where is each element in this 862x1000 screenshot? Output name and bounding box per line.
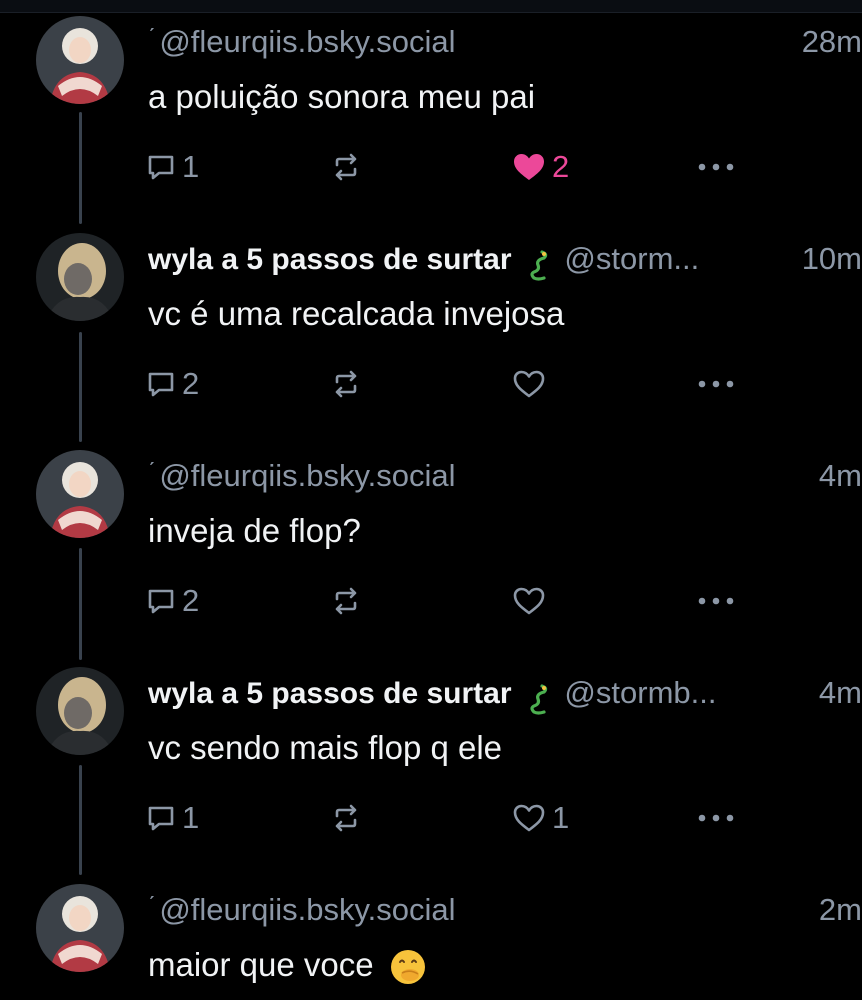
post-text: a poluição sonora meu pai — [148, 78, 536, 115]
post-handle[interactable]: @stormb... — [564, 675, 716, 710]
avatar[interactable] — [36, 233, 124, 321]
speech-bubble-icon — [148, 155, 174, 180]
heart-icon — [514, 154, 544, 180]
post-header: ˊ @fleurqiis.bsky.social 28m — [148, 24, 862, 64]
thread-line — [79, 548, 82, 660]
reply-button[interactable]: 1 — [146, 144, 199, 190]
post-header: wyla a 5 passos de surtar @stormb... 4m — [148, 675, 862, 715]
post-display-name[interactable]: wyla a 5 passos de surtar — [148, 677, 512, 710]
ellipsis-icon — [698, 163, 734, 171]
post-display-name[interactable]: wyla a 5 passos de surtar — [148, 243, 512, 276]
face-with-hand-over-mouth-emoji — [390, 950, 425, 985]
repost-arrows-icon — [335, 804, 357, 832]
dragon-emoji — [530, 684, 548, 715]
like-button[interactable] — [512, 578, 552, 624]
thread-line — [79, 765, 82, 875]
reply-button[interactable]: 1 — [146, 795, 199, 841]
reply-count: 2 — [182, 583, 200, 618]
avatar[interactable] — [36, 450, 124, 538]
repost-arrows-icon — [335, 153, 357, 181]
more-options-button[interactable] — [696, 144, 736, 190]
ellipsis-icon — [698, 380, 734, 388]
post-handle[interactable]: @storm... — [564, 241, 699, 276]
post-actions: 2 — [146, 361, 746, 407]
ellipsis-icon — [698, 814, 734, 822]
post-handle[interactable]: @fleurqiis.bsky.social — [159, 24, 455, 59]
heart-icon — [513, 587, 545, 615]
handle-prefix-mark: ˊ — [148, 458, 156, 483]
reply-button[interactable]: 2 — [146, 361, 199, 407]
reply-button[interactable]: 2 — [146, 578, 199, 624]
handle-prefix-mark: ˊ — [148, 892, 156, 917]
ellipsis-icon — [698, 597, 734, 605]
post-actions: 2 — [146, 578, 746, 624]
heart-icon — [513, 804, 545, 832]
thread-line — [79, 332, 82, 442]
more-options-button[interactable] — [696, 578, 736, 624]
like-count: 1 — [552, 800, 570, 835]
post-time[interactable]: 10m — [802, 241, 862, 277]
speech-bubble-icon — [148, 589, 174, 614]
post-header: wyla a 5 passos de surtar @storm... 10m — [148, 241, 862, 281]
repost-button[interactable] — [330, 578, 368, 624]
post-text-content: maior que voce — [148, 946, 374, 983]
repost-arrows-icon — [335, 370, 357, 398]
heart-icon — [513, 370, 545, 398]
post-handle[interactable]: @fleurqiis.bsky.social — [159, 458, 455, 493]
repost-button[interactable] — [330, 361, 368, 407]
repost-button[interactable] — [330, 144, 368, 190]
like-button[interactable]: 1 — [512, 795, 569, 841]
post-header: ˊ @fleurqiis.bsky.social 2m — [148, 892, 862, 932]
post-text: vc sendo mais flop q ele — [148, 729, 503, 766]
post-text: vc é uma recalcada invejosa — [148, 295, 565, 332]
speech-bubble-icon — [148, 372, 174, 397]
avatar[interactable] — [36, 16, 124, 104]
like-count: 2 — [552, 149, 570, 184]
handle-prefix-mark: ˊ — [148, 24, 156, 49]
reply-count: 1 — [182, 800, 200, 835]
reply-count: 1 — [182, 149, 200, 184]
repost-arrows-icon — [335, 587, 357, 615]
more-options-button[interactable] — [696, 361, 736, 407]
like-button[interactable] — [512, 361, 552, 407]
post-time[interactable]: 4m — [819, 675, 862, 711]
speech-bubble-icon — [148, 806, 174, 831]
post-handle[interactable]: @fleurqiis.bsky.social — [159, 892, 455, 927]
post-text: maior que voce — [148, 946, 427, 986]
post-actions: 1 1 — [146, 795, 746, 841]
post-actions: 1 2 — [146, 144, 746, 190]
like-button[interactable]: 2 — [512, 144, 569, 190]
post-text: inveja de flop? — [148, 512, 361, 549]
post-header: ˊ @fleurqiis.bsky.social 4m — [148, 458, 862, 498]
post-time[interactable]: 2m — [819, 892, 862, 928]
post-time[interactable]: 4m — [819, 458, 862, 494]
thread-line — [79, 112, 82, 224]
top-divider — [0, 0, 862, 13]
avatar[interactable] — [36, 667, 124, 755]
reply-count: 2 — [182, 366, 200, 401]
repost-button[interactable] — [330, 795, 368, 841]
more-options-button[interactable] — [696, 795, 736, 841]
post-time[interactable]: 28m — [802, 24, 862, 60]
dragon-emoji — [530, 250, 548, 281]
avatar[interactable] — [36, 884, 124, 972]
